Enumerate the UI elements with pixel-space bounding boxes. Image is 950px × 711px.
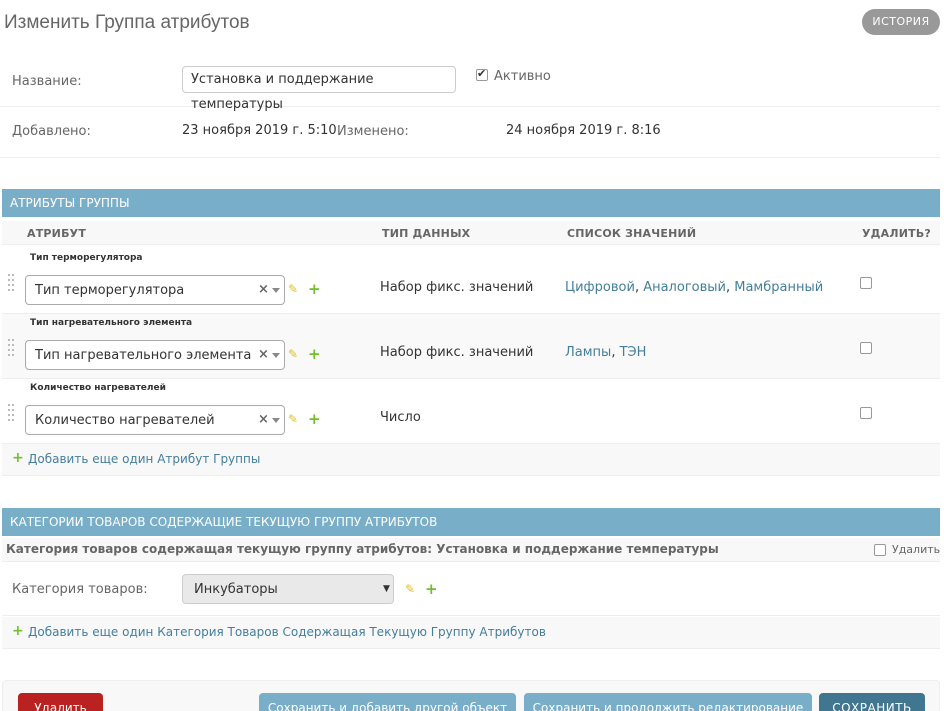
save-button[interactable]: СОХРАНИТЬ — [819, 693, 925, 711]
drag-handle-icon[interactable] — [8, 404, 15, 422]
attribute-row: Тип терморегулятора Тип терморегулятора … — [2, 249, 940, 314]
attribute-row-label: Тип терморегулятора — [30, 253, 143, 263]
pencil-icon[interactable]: ✎ — [288, 282, 298, 296]
add-category-row: + Добавить еще один Категория Товаров Со… — [2, 617, 940, 649]
plus-icon[interactable]: + — [308, 410, 321, 428]
save-add-another-button[interactable]: Сохранить и добавить другой объект — [259, 693, 516, 711]
category-select[interactable]: Инкубаторы ▼ — [182, 574, 394, 604]
plus-icon[interactable]: + — [308, 280, 321, 298]
attribute-select-value: Тип терморегулятора — [35, 283, 185, 298]
plus-icon[interactable]: + — [308, 345, 321, 363]
add-category-link[interactable]: Добавить еще один Категория Товаров Соде… — [28, 625, 546, 639]
history-button[interactable]: ИСТОРИЯ — [862, 9, 940, 35]
delete-checkbox[interactable] — [860, 277, 872, 289]
categories-module-header: КАТЕГОРИИ ТОВАРОВ СОДЕРЖАЩИЕ ТЕКУЩУЮ ГРУ… — [2, 508, 940, 536]
column-delete: УДАЛИТЬ? — [862, 227, 932, 240]
clear-x-icon[interactable]: × — [258, 347, 269, 362]
data-type-value: Набор фикс. значений — [380, 280, 534, 295]
attribute-row-label: Тип нагревательного элемента — [30, 318, 193, 328]
chevron-down-icon — [272, 353, 280, 358]
value-link[interactable]: Лампы — [565, 345, 611, 360]
category-delete-label: Удалить — [892, 543, 941, 556]
chevron-down-icon — [272, 418, 280, 423]
clear-x-icon[interactable]: × — [258, 282, 269, 297]
drag-handle-icon[interactable] — [8, 339, 15, 357]
category-item-title: Категория товаров содержащая текущую гру… — [6, 542, 719, 556]
added-label: Добавлено: — [12, 124, 91, 139]
value-link[interactable]: Цифровой — [565, 280, 635, 295]
name-label: Название: — [12, 74, 82, 89]
dates-row: Добавлено: 23 ноября 2019 г. 5:10 Измене… — [0, 107, 940, 158]
add-attribute-row: + Добавить еще один Атрибут Группы — [2, 444, 940, 476]
column-data-type: ТИП ДАННЫХ — [382, 227, 471, 240]
submit-row: Удалить Сохранить и добавить другой объе… — [2, 680, 940, 711]
save-continue-button[interactable]: Сохранить и продолжить редактирование — [524, 693, 812, 711]
clear-x-icon[interactable]: × — [258, 412, 269, 427]
active-checkbox[interactable] — [476, 67, 488, 81]
attributes-columns-row: АТРИБУТ ТИП ДАННЫХ СПИСОК ЗНАЧЕНИЙ УДАЛИ… — [2, 221, 940, 245]
added-value: 23 ноября 2019 г. 5:10 — [182, 123, 337, 138]
chevron-down-icon: ▼ — [383, 584, 390, 594]
delete-checkbox[interactable] — [860, 342, 872, 354]
delete-button[interactable]: Удалить — [18, 693, 103, 711]
value-link[interactable]: Аналоговый — [643, 280, 726, 295]
changed-label: Изменено: — [337, 124, 409, 139]
values-list: Цифровой, Аналоговый, Мамбранный — [565, 280, 824, 295]
attribute-select[interactable]: Тип нагревательного элемента × — [25, 340, 285, 370]
changed-value: 24 ноября 2019 г. 8:16 — [506, 123, 661, 138]
active-label: Активно — [494, 69, 551, 84]
attribute-select[interactable]: Тип терморегулятора × — [25, 275, 285, 305]
page-title: Изменить Группа атрибутов — [4, 12, 250, 33]
category-select-value: Инкубаторы — [194, 582, 278, 597]
attribute-select-value: Количество нагревателей — [35, 413, 215, 428]
chevron-down-icon — [272, 288, 280, 293]
drag-handle-icon[interactable] — [8, 274, 15, 292]
plus-icon[interactable]: + — [12, 623, 24, 639]
category-label: Категория товаров: — [12, 582, 148, 597]
data-type-value: Набор фикс. значений — [380, 345, 534, 360]
data-type-value: Число — [380, 410, 421, 425]
pencil-icon[interactable]: ✎ — [288, 412, 298, 426]
plus-icon[interactable]: + — [425, 580, 438, 598]
add-attribute-link[interactable]: Добавить еще один Атрибут Группы — [28, 452, 260, 466]
attribute-select[interactable]: Количество нагревателей × — [25, 405, 285, 435]
delete-checkbox[interactable] — [860, 407, 872, 419]
attribute-select-value: Тип нагревательного элемента — [35, 348, 252, 363]
attribute-row: Количество нагревателей Количество нагре… — [2, 379, 940, 444]
category-row: Категория товаров: — [2, 562, 940, 616]
attribute-row-label: Количество нагревателей — [30, 383, 166, 393]
value-link[interactable]: ТЭН — [620, 345, 647, 360]
name-input[interactable]: Установка и поддержание температуры — [182, 66, 456, 112]
name-row: Название: Установка и поддержание темпер… — [0, 55, 940, 112]
pencil-icon[interactable]: ✎ — [288, 347, 298, 361]
column-values-list: СПИСОК ЗНАЧЕНИЙ — [567, 227, 697, 240]
attributes-module-header: АТРИБУТЫ ГРУППЫ — [2, 189, 940, 217]
values-list: Лампы, ТЭН — [565, 345, 647, 360]
column-attribute: АТРИБУТ — [27, 227, 87, 240]
pencil-icon[interactable]: ✎ — [405, 582, 415, 596]
category-delete-checkbox[interactable] — [874, 544, 886, 556]
value-link[interactable]: Мамбранный — [734, 280, 823, 295]
plus-icon[interactable]: + — [12, 450, 24, 466]
attribute-row: Тип нагревательного элемента Тип нагрева… — [2, 314, 940, 379]
category-item-header: Категория товаров содержащая текущую гру… — [2, 538, 940, 562]
